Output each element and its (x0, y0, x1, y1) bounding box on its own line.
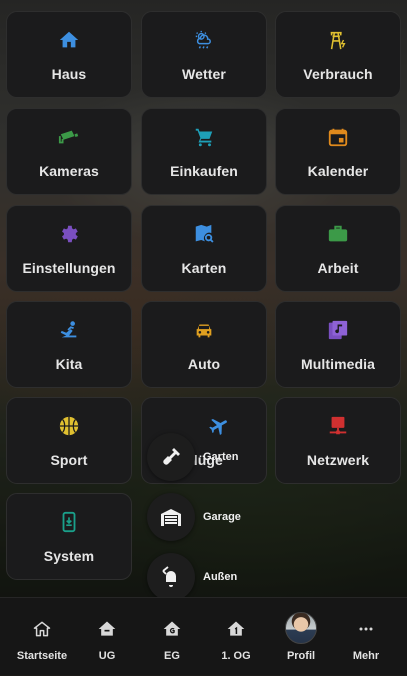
popup-label: Garten (203, 451, 239, 463)
tile-label: Kita (55, 356, 83, 372)
popup-label: Außen (203, 571, 238, 583)
tile-label: Arbeit (317, 260, 359, 276)
tile-kameras[interactable]: Kameras (6, 108, 132, 195)
tile-einstellungen[interactable]: Einstellungen (6, 205, 132, 292)
tile-netzwerk[interactable]: Netzwerk (275, 397, 401, 484)
nav-label: Startseite (16, 650, 68, 662)
weather-icon (192, 28, 216, 52)
nav-label: Mehr (352, 650, 380, 662)
basketball-icon (57, 414, 81, 438)
garage-icon[interactable] (147, 493, 195, 541)
home-floor-minus-icon (96, 618, 118, 640)
tile-multimedia[interactable]: Multimedia (275, 301, 401, 388)
tile-label: Kameras (39, 163, 99, 179)
car-icon (192, 318, 216, 342)
home-floor-1-icon (225, 618, 247, 640)
home-floor-g-icon (161, 618, 183, 640)
tile-label: Wetter (182, 66, 226, 82)
nav-label: EG (164, 650, 180, 662)
multimedia-icon (326, 318, 350, 342)
popup-item-garten[interactable]: Garten (147, 433, 238, 481)
avatar (285, 612, 317, 644)
popup-item-garage[interactable]: Garage (147, 493, 241, 541)
tile-label: Karten (181, 260, 227, 276)
popup-label: Garage (203, 511, 241, 523)
child-icon (57, 318, 81, 342)
power-line-icon (326, 28, 350, 52)
nav-label: Profil (286, 650, 316, 662)
nav-label: UG (98, 650, 116, 662)
tile-label: Einkaufen (170, 163, 238, 179)
tile-wetter[interactable]: Wetter (141, 11, 267, 98)
tile-auto[interactable]: Auto (141, 301, 267, 388)
nav-item-1-og[interactable]: 1. OG (204, 598, 268, 676)
tile-label: Sport (50, 452, 88, 468)
door-bell-icon[interactable] (147, 553, 195, 601)
tile-label: Verbrauch (303, 66, 373, 82)
nav-item-profil[interactable]: Profil (269, 598, 333, 676)
tile-system[interactable]: System (6, 493, 132, 580)
home-icon (57, 28, 81, 52)
cart-icon (192, 125, 216, 149)
nav-item-eg[interactable]: EG (140, 598, 204, 676)
tile-haus[interactable]: Haus (6, 11, 132, 98)
tile-label: Multimedia (300, 356, 376, 372)
nav-label: 1. OG (221, 650, 251, 662)
nav-item-ug[interactable]: UG (75, 598, 139, 676)
tile-arbeit[interactable]: Arbeit (275, 205, 401, 292)
popup-item-aussen[interactable]: Außen (147, 553, 237, 601)
tile-einkaufen[interactable]: Einkaufen (141, 108, 267, 195)
calendar-icon (326, 125, 350, 149)
home-outline-icon (31, 618, 53, 640)
nav-item-startseite[interactable]: Startseite (10, 598, 74, 676)
briefcase-icon (326, 222, 350, 246)
nav-item-mehr[interactable]: Mehr (334, 598, 398, 676)
tile-label: Haus (51, 66, 87, 82)
tile-label: System (43, 548, 95, 564)
tile-label: Auto (187, 356, 221, 372)
dots-horizontal-icon (355, 618, 377, 640)
network-icon (326, 414, 350, 438)
camera-icon (57, 125, 81, 149)
tile-verbrauch[interactable]: Verbrauch (275, 11, 401, 98)
bottom-nav: Startseite UG EG 1. OG Profil Mehr (0, 597, 407, 675)
tile-karten[interactable]: Karten (141, 205, 267, 292)
tablet-icon (57, 510, 81, 534)
tile-sport[interactable]: Sport (6, 397, 132, 484)
shovel-icon[interactable] (147, 433, 195, 481)
tile-kalender[interactable]: Kalender (275, 108, 401, 195)
map-search-icon (192, 222, 216, 246)
tile-label: Einstellungen (22, 260, 116, 276)
tile-label: Netzwerk (306, 452, 370, 468)
gear-icon (57, 222, 81, 246)
tile-label: Kalender (307, 163, 369, 179)
tile-kita[interactable]: Kita (6, 301, 132, 388)
